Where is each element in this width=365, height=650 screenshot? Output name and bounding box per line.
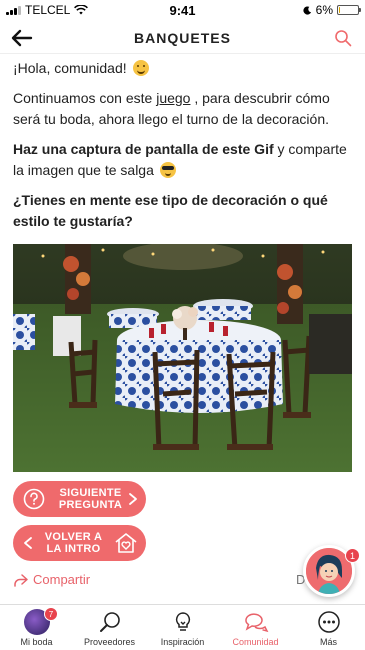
- label-line: SIGUIENTE: [59, 487, 122, 499]
- house-heart-icon: [115, 533, 137, 553]
- back-to-intro-button[interactable]: VOLVER A LA INTRO: [13, 525, 146, 561]
- search-button[interactable]: [321, 22, 365, 54]
- greeting-text: ¡Hola, comunidad!: [13, 60, 127, 76]
- moon-icon: [303, 5, 311, 15]
- search-vendors-icon: [97, 609, 123, 635]
- paragraph-text: Continuamos con este: [13, 90, 157, 106]
- smile-emoji-icon: [132, 60, 149, 76]
- back-to-intro-label: VOLVER A LA INTRO: [33, 531, 114, 555]
- tab-label: Proveedores: [83, 637, 136, 647]
- tab-mi-boda[interactable]: Mi boda 7: [0, 605, 73, 650]
- back-arrow-icon: [11, 29, 33, 46]
- sunglasses-emoji-icon: [159, 162, 176, 178]
- wifi-icon: [74, 5, 89, 15]
- post-question: ¿Tienes en mente ese tipo de decoración …: [13, 190, 353, 232]
- nav-header: BANQUETES: [0, 22, 365, 54]
- post-body: ¡Hola, comunidad! Continuamos con este j…: [13, 58, 353, 241]
- back-button[interactable]: [0, 22, 44, 54]
- question-mark-icon: [23, 488, 45, 510]
- label-line: LA INTRO: [46, 543, 101, 555]
- question-text: ¿Tienes en mente ese tipo de decoración …: [13, 192, 328, 229]
- label-line: VOLVER A: [44, 531, 103, 543]
- chevron-left-icon: [24, 537, 32, 549]
- assistant-notification-badge: 1: [345, 548, 360, 563]
- tab-label: Mi boda: [20, 637, 53, 647]
- battery-icon: [337, 5, 361, 15]
- tab-inspiracion[interactable]: Inspiración: [146, 605, 219, 650]
- label-line: PREGUNTA: [58, 499, 123, 511]
- tab-mas[interactable]: Más: [292, 605, 365, 650]
- status-left: TELCEL: [6, 3, 136, 17]
- notification-badge: 7: [44, 607, 58, 621]
- post-paragraph-game: Continuamos con este juego , para descub…: [13, 88, 353, 130]
- page-title: BANQUETES: [134, 29, 231, 46]
- next-question-button[interactable]: SIGUIENTE PREGUNTA: [13, 481, 146, 517]
- battery-level: [339, 7, 341, 13]
- status-time: 9:41: [169, 2, 196, 18]
- carrier-label: TELCEL: [25, 3, 71, 17]
- tab-proveedores[interactable]: Proveedores: [73, 605, 146, 650]
- share-button[interactable]: Compartir: [13, 572, 90, 587]
- battery-percent: 6%: [315, 3, 333, 17]
- signal-icon: [6, 5, 21, 15]
- post-greeting: ¡Hola, comunidad!: [13, 58, 353, 79]
- share-arrow-icon: [14, 573, 28, 587]
- bottom-tab-bar: Mi boda 7 Proveedores Inspiración Comuni…: [0, 604, 365, 650]
- search-icon: [335, 29, 352, 46]
- tab-label: Inspiración: [160, 637, 205, 647]
- post-paragraph-capture: Haz una captura de pantalla de este Gif …: [13, 139, 353, 181]
- decoration-photo: [13, 244, 352, 472]
- game-link[interactable]: juego: [156, 90, 190, 106]
- banquet-scene-image: [13, 244, 352, 472]
- tab-label: Comunidad: [232, 637, 279, 647]
- chat-bubbles-icon: [243, 609, 269, 635]
- tab-label: Más: [319, 637, 337, 647]
- status-bar: TELCEL 9:41 6%: [0, 0, 365, 20]
- more-dots-icon: [316, 609, 342, 635]
- tab-comunidad[interactable]: Comunidad: [219, 605, 292, 650]
- next-question-label: SIGUIENTE PREGUNTA: [45, 487, 128, 511]
- share-label: Compartir: [33, 572, 91, 587]
- chevron-right-icon: [129, 493, 137, 505]
- bold-text: Haz una captura de pantalla de este Gif: [13, 141, 274, 157]
- lightbulb-icon: [170, 609, 196, 635]
- status-right: 6%: [229, 3, 361, 17]
